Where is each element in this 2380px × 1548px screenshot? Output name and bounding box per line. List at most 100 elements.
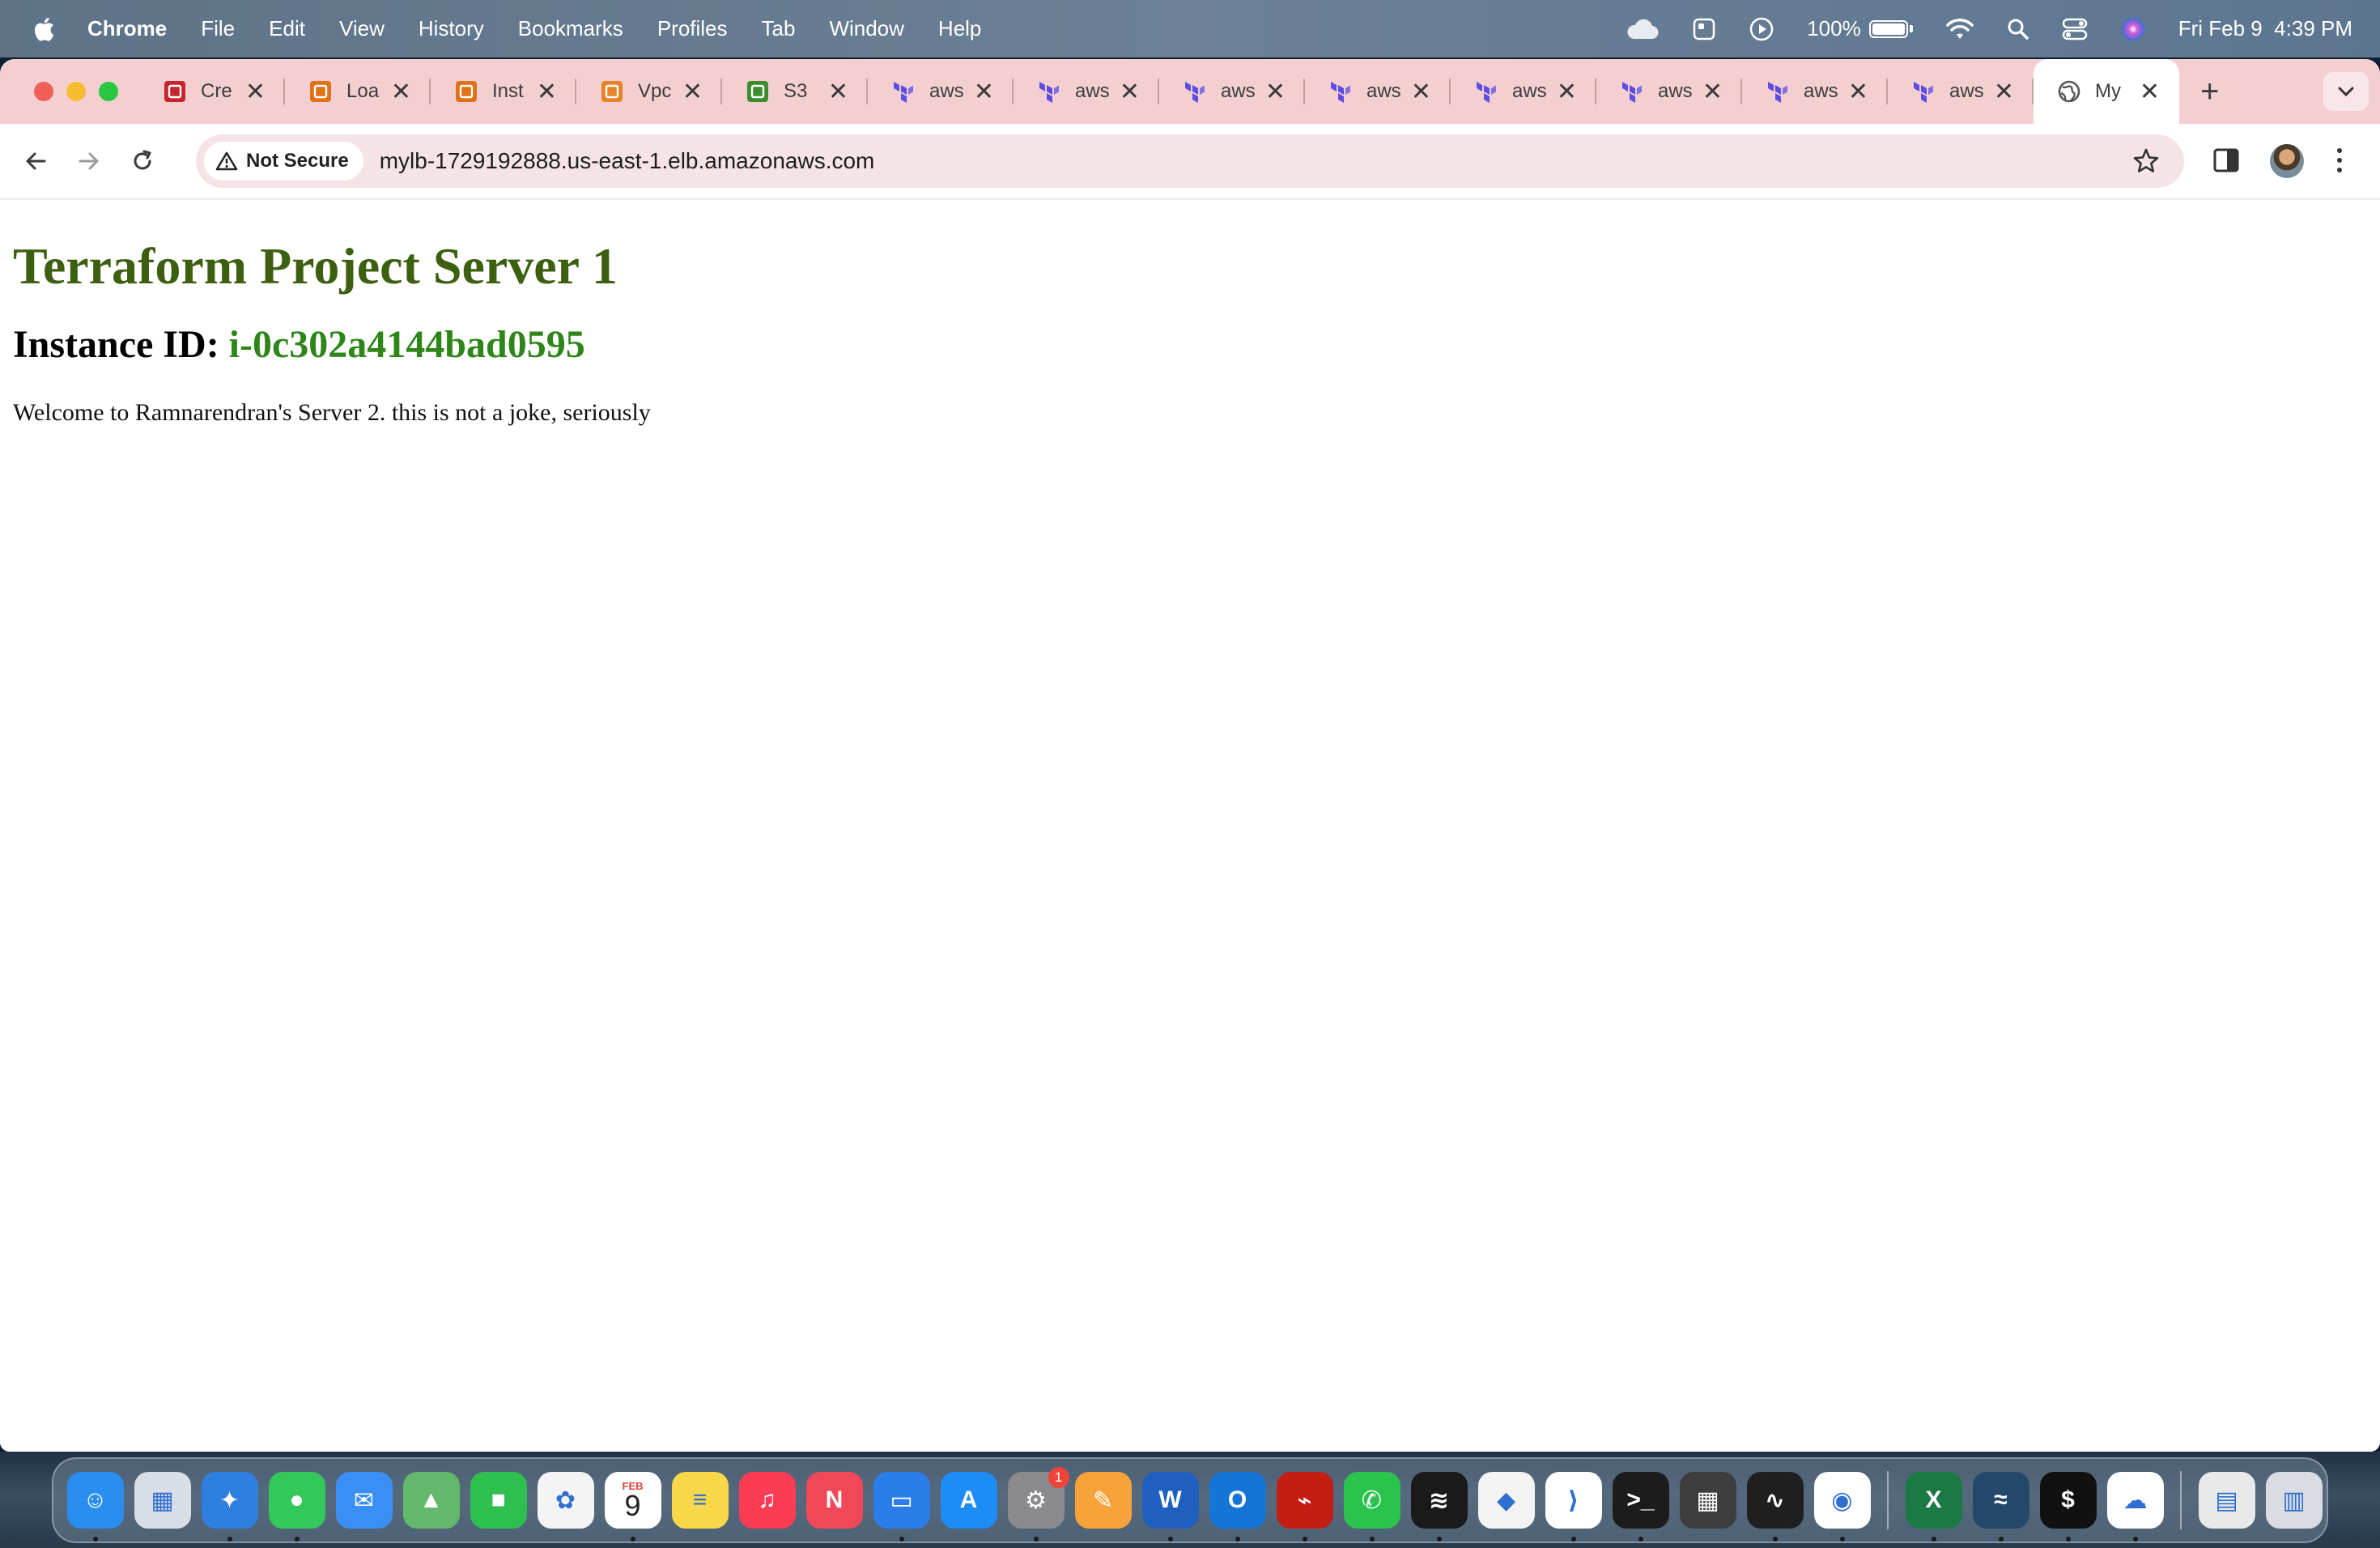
tab-close-button[interactable]: ✕: [1265, 78, 1286, 106]
wifi-icon[interactable]: [1945, 18, 1974, 40]
minimize-window-button[interactable]: [66, 82, 86, 101]
profile-avatar[interactable]: [2270, 144, 2304, 178]
tab-active[interactable]: My ✕: [2034, 59, 2179, 124]
apple-menu-icon[interactable]: [31, 15, 60, 44]
close-window-button[interactable]: [34, 82, 53, 101]
dock-vscode-icon[interactable]: ⟩: [1545, 1472, 1602, 1542]
dock-word-icon[interactable]: W: [1141, 1472, 1199, 1542]
tab-close-button[interactable]: ✕: [1411, 78, 1431, 106]
tab-close-button[interactable]: ✕: [1557, 78, 1577, 106]
menu-edit[interactable]: Edit: [269, 16, 305, 41]
tab-close-button[interactable]: ✕: [391, 78, 411, 106]
dock-maps-icon[interactable]: ▲: [402, 1472, 460, 1529]
url-text[interactable]: mylb-1729192888.us-east-1.elb.amazonaws.…: [380, 148, 875, 174]
dock-activity-monitor-icon[interactable]: ∿: [1746, 1472, 1804, 1542]
forward-button[interactable]: [73, 145, 105, 177]
now-playing-icon[interactable]: [1749, 16, 1774, 42]
dock-launchpad-icon[interactable]: ▦: [134, 1472, 191, 1529]
tab-close-button[interactable]: ✕: [682, 78, 703, 106]
dock-outlook-icon[interactable]: O: [1209, 1472, 1266, 1542]
screen-capture-icon[interactable]: [1692, 17, 1716, 41]
menu-window[interactable]: Window: [829, 16, 903, 41]
spotlight-search-icon[interactable]: [2007, 18, 2029, 40]
running-indicator: [2065, 1537, 2071, 1542]
dock-app-store-icon[interactable]: A: [940, 1472, 997, 1529]
tab[interactable]: aws ✕: [1159, 59, 1305, 124]
dock-mail-icon[interactable]: ✉: [335, 1472, 393, 1529]
tab[interactable]: S3 ✕: [722, 59, 868, 124]
new-tab-button[interactable]: +: [2200, 74, 2219, 110]
zoom-window-button[interactable]: [99, 82, 118, 101]
tab[interactable]: Loa ✕: [285, 59, 431, 124]
dock-calendar-icon[interactable]: FEB 9: [604, 1472, 661, 1542]
dock-acrobat-icon[interactable]: ⌁: [1276, 1472, 1333, 1542]
dock-finder-icon[interactable]: ☺: [66, 1472, 124, 1542]
tab-close-button[interactable]: ✕: [1702, 78, 1723, 106]
dock-mysql-workbench-icon[interactable]: ≈: [1972, 1472, 2029, 1542]
more-menu-icon[interactable]: [2331, 144, 2348, 176]
bookmark-star-icon[interactable]: [2132, 147, 2160, 175]
dock-facetime-icon[interactable]: ■: [470, 1472, 527, 1529]
dock-spotify-icon[interactable]: ≋: [1410, 1472, 1468, 1542]
dock-notes-icon[interactable]: ≡: [671, 1472, 729, 1529]
icloud-icon[interactable]: [1626, 18, 1660, 40]
control-center-icon[interactable]: [2062, 18, 2088, 40]
menu-profiles[interactable]: Profiles: [657, 16, 728, 41]
tab[interactable]: aws ✕: [1305, 59, 1451, 124]
tab[interactable]: aws ✕: [1888, 59, 2034, 124]
menu-help[interactable]: Help: [938, 16, 981, 41]
address-bar[interactable]: Not Secure mylb-1729192888.us-east-1.elb…: [196, 134, 2184, 188]
tab[interactable]: Inst ✕: [431, 59, 576, 124]
tab[interactable]: aws ✕: [1596, 59, 1742, 124]
tab-search-button[interactable]: [2323, 72, 2369, 111]
tab-close-button[interactable]: ✕: [1994, 78, 2014, 106]
dock-onedrive-icon[interactable]: ☁: [2106, 1472, 2164, 1542]
menu-tab[interactable]: Tab: [762, 16, 796, 41]
dock-music-icon[interactable]: ♫: [738, 1472, 796, 1529]
tab-close-button[interactable]: ✕: [828, 78, 848, 106]
tab[interactable]: aws ✕: [868, 59, 1014, 124]
dock-safari-icon[interactable]: ✦: [201, 1472, 258, 1542]
tab[interactable]: aws ✕: [1742, 59, 1888, 124]
menu-app-name[interactable]: Chrome: [87, 16, 167, 41]
dock-keynote-icon[interactable]: ▭: [873, 1472, 930, 1542]
dock-whatsapp-icon[interactable]: ✆: [1343, 1472, 1400, 1542]
dock-excel-icon[interactable]: X: [1905, 1472, 1962, 1542]
tab[interactable]: Cre ✕: [139, 59, 285, 124]
dock-messages-icon[interactable]: ●: [268, 1472, 325, 1542]
tab[interactable]: aws ✕: [1451, 59, 1596, 124]
tab-close-button[interactable]: ✕: [537, 78, 557, 106]
dock-calculator-icon[interactable]: ▦: [1679, 1472, 1736, 1529]
tab-close-button[interactable]: ✕: [974, 78, 994, 106]
tab-close-button[interactable]: ✕: [245, 78, 266, 106]
back-button[interactable]: [19, 145, 52, 177]
menu-view[interactable]: View: [339, 16, 385, 41]
tab-close-button[interactable]: ✕: [1848, 78, 1868, 106]
terraform-icon: [1039, 82, 1059, 103]
dock-news-icon[interactable]: N: [805, 1472, 863, 1529]
dock-pages-icon[interactable]: ✎: [1074, 1472, 1132, 1529]
menu-bookmarks[interactable]: Bookmarks: [518, 16, 623, 41]
tab[interactable]: Vpc ✕: [576, 59, 722, 124]
dock-system-settings-icon[interactable]: ⚙ 1: [1007, 1467, 1069, 1542]
dock-brave-icon[interactable]: ◆: [1477, 1472, 1535, 1529]
dock-documents-stack-icon[interactable]: ▤: [2198, 1472, 2255, 1529]
security-indicator[interactable]: Not Secure: [204, 142, 363, 181]
menu-file[interactable]: File: [201, 16, 235, 41]
dock-trash-icon[interactable]: ▥: [2265, 1472, 2323, 1529]
dock-iterm-icon[interactable]: $: [2039, 1472, 2097, 1542]
menu-history[interactable]: History: [419, 16, 484, 41]
dock-terminal-icon[interactable]: >_: [1612, 1472, 1669, 1542]
tab-title: Loa: [346, 80, 380, 102]
clock[interactable]: Fri Feb 9 4:39 PM: [2178, 16, 2352, 41]
battery-status[interactable]: 100%: [1807, 16, 1913, 41]
tab-close-button[interactable]: ✕: [2140, 78, 2160, 106]
side-panel-icon[interactable]: [2212, 147, 2240, 174]
dock-chrome-icon[interactable]: ◉: [1813, 1472, 1871, 1542]
siri-icon[interactable]: [2120, 16, 2146, 42]
tab-close-button[interactable]: ✕: [1120, 78, 1140, 106]
dock-glyph: N: [825, 1486, 844, 1513]
reload-button[interactable]: [126, 145, 159, 177]
tab[interactable]: aws ✕: [1014, 59, 1159, 124]
dock-photos-icon[interactable]: ✿: [537, 1472, 594, 1529]
